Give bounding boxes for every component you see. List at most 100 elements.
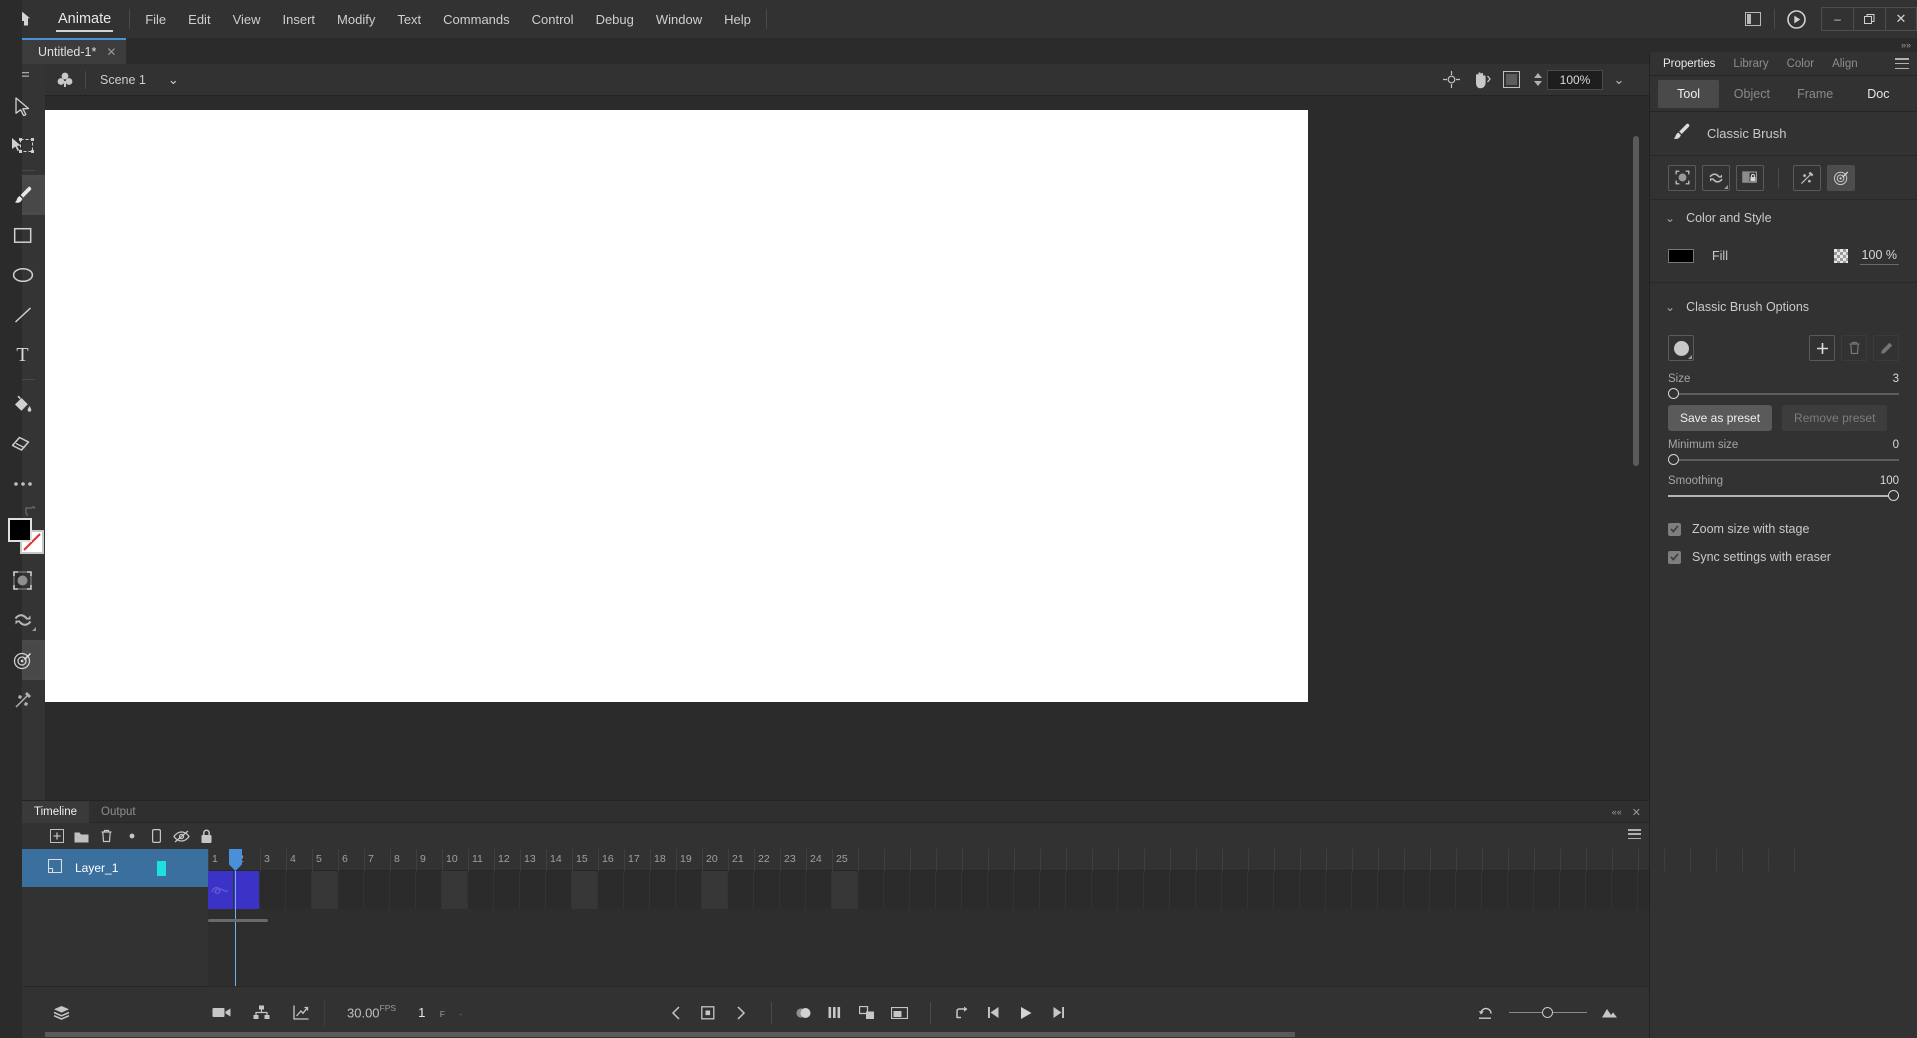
scene-club-icon[interactable]	[45, 64, 85, 96]
frame-cell[interactable]	[1768, 871, 1794, 909]
frame-cell[interactable]	[468, 871, 494, 909]
menu-insert[interactable]: Insert	[272, 0, 327, 38]
parenting-view-icon[interactable]	[248, 1000, 274, 1026]
frame-cell[interactable]	[390, 871, 416, 909]
frame-cell[interactable]	[416, 871, 442, 909]
paint-inside-option[interactable]	[1736, 164, 1764, 191]
tab-timeline[interactable]: Timeline	[22, 800, 90, 823]
size-slider-knob[interactable]	[1668, 388, 1679, 399]
delete-layer-button[interactable]	[94, 824, 119, 848]
frame-cell[interactable]	[1430, 871, 1456, 909]
timeline-close-icon[interactable]: ✕	[1632, 806, 1641, 819]
frame-cell[interactable]	[754, 871, 780, 909]
zoom-dropdown-chevron-down-icon[interactable]: ⌄	[1605, 66, 1633, 94]
segment-frame[interactable]: Frame	[1785, 80, 1846, 108]
tab-align[interactable]: Align	[1823, 52, 1867, 76]
menu-control[interactable]: Control	[521, 0, 585, 38]
add-preset-button[interactable]	[1809, 335, 1835, 361]
fill-color-swatch[interactable]	[8, 518, 32, 542]
insert-keyframe-button[interactable]	[695, 1000, 721, 1026]
properties-collapse-icon[interactable]: »»	[1901, 40, 1911, 50]
frame-cell[interactable]	[1040, 871, 1066, 909]
smoothing-mode-option[interactable]	[1702, 164, 1730, 191]
frame-cell[interactable]	[1690, 871, 1716, 909]
play-preview-icon[interactable]	[1779, 0, 1813, 38]
frame-cell[interactable]	[884, 871, 910, 909]
pressure-option[interactable]	[1793, 164, 1821, 191]
frame-cell[interactable]	[1196, 871, 1222, 909]
color-and-style-header[interactable]: ⌄ Color and Style	[1650, 200, 1917, 236]
frame-cell[interactable]	[598, 871, 624, 909]
remove-preset-button[interactable]: Remove preset	[1782, 405, 1888, 431]
frame-cell[interactable]	[676, 871, 702, 909]
frame-cell[interactable]	[650, 871, 676, 909]
zoom-size-with-stage-checkbox[interactable]	[1668, 522, 1681, 536]
panel-menu-icon[interactable]	[1895, 58, 1909, 69]
fit-stage-icon[interactable]	[1497, 66, 1525, 94]
frame-cell[interactable]	[1482, 871, 1508, 909]
maximize-button[interactable]	[1853, 7, 1885, 31]
zoom-stepper[interactable]	[1533, 72, 1543, 87]
reset-timeline-zoom-icon[interactable]	[1473, 1000, 1499, 1026]
frame-cell[interactable]	[1716, 871, 1742, 909]
menu-commands[interactable]: Commands	[432, 0, 520, 38]
delete-preset-button[interactable]	[1841, 335, 1867, 361]
minimum-size-value[interactable]: 0	[1893, 439, 1899, 451]
brush-shape-preview[interactable]	[1668, 335, 1694, 361]
frame-cell[interactable]	[1118, 871, 1144, 909]
onion-skin-button[interactable]	[790, 1000, 816, 1026]
stage-canvas[interactable]	[45, 110, 1308, 702]
frame-cell[interactable]	[1300, 871, 1326, 909]
frame-cell[interactable]	[364, 871, 390, 909]
keyframe-cell-2[interactable]	[234, 871, 260, 909]
frame-size-icon[interactable]	[1597, 1000, 1623, 1026]
step-forward-button[interactable]	[1045, 1000, 1071, 1026]
frame-cell[interactable]	[728, 871, 754, 909]
smoothing-slider[interactable]	[1668, 489, 1899, 503]
document-tab[interactable]: Untitled-1* ✕	[22, 38, 127, 64]
menu-window[interactable]: Window	[645, 0, 713, 38]
timeline-zoom-slider[interactable]	[1508, 1006, 1587, 1019]
fps-readout[interactable]: 30.00FPS	[347, 1003, 396, 1022]
zoom-input[interactable]: 100%	[1547, 69, 1603, 90]
classic-brush-options-header[interactable]: ⌄ Classic Brush Options	[1650, 289, 1917, 325]
menu-edit[interactable]: Edit	[177, 0, 221, 38]
segment-object[interactable]: Object	[1721, 80, 1782, 108]
step-back-button[interactable]	[981, 1000, 1007, 1026]
keyframe-dot-button[interactable]	[119, 824, 144, 848]
play-button[interactable]	[1013, 1000, 1039, 1026]
graph-editor-icon[interactable]	[288, 1000, 314, 1026]
hand-icon[interactable]	[1467, 66, 1495, 94]
panel-layout-icon[interactable]	[1736, 0, 1770, 38]
hide-layers-button[interactable]	[169, 824, 194, 848]
sync-settings-with-eraser-row[interactable]: Sync settings with eraser	[1650, 543, 1917, 571]
previous-keyframe-button[interactable]	[663, 1000, 689, 1026]
lock-layers-button[interactable]	[194, 824, 219, 848]
frame-cell[interactable]	[1534, 871, 1560, 909]
scene-selector[interactable]: Scene 1 ⌄	[86, 72, 193, 88]
window-horizontal-scrollbar[interactable]	[45, 1032, 1295, 1037]
frame-cell[interactable]	[1326, 871, 1352, 909]
camera-icon[interactable]	[208, 1000, 234, 1026]
frame-cell[interactable]	[1638, 871, 1664, 909]
current-frame-readout[interactable]: 1 F ·	[418, 1004, 462, 1022]
menu-file[interactable]: File	[134, 0, 177, 38]
frame-cell[interactable]	[338, 871, 364, 909]
canvas-scroll-area[interactable]	[45, 96, 1649, 800]
object-drawing-option[interactable]	[1668, 164, 1696, 191]
sync-settings-with-eraser-checkbox[interactable]	[1668, 550, 1681, 564]
new-layer-button[interactable]	[44, 824, 69, 848]
frame-cell[interactable]	[1456, 871, 1482, 909]
frame-cell[interactable]	[520, 871, 546, 909]
timeline-collapse-icon[interactable]: ««	[1612, 807, 1622, 817]
edit-preset-button[interactable]	[1873, 335, 1899, 361]
frame-cell[interactable]	[962, 871, 988, 909]
onion-skin-outline-button[interactable]	[822, 1000, 848, 1026]
frame-ruler[interactable]: 1234567891011121314151617181920212223242…	[208, 849, 1795, 871]
layer-depth-icon[interactable]	[48, 1000, 74, 1026]
tab-properties[interactable]: Properties	[1654, 52, 1724, 76]
frame-cell[interactable]	[1586, 871, 1612, 909]
frame-cell[interactable]	[1222, 871, 1248, 909]
keyframe-cell-1[interactable]	[208, 871, 234, 909]
zoom-size-with-stage-row[interactable]: Zoom size with stage	[1650, 515, 1917, 543]
